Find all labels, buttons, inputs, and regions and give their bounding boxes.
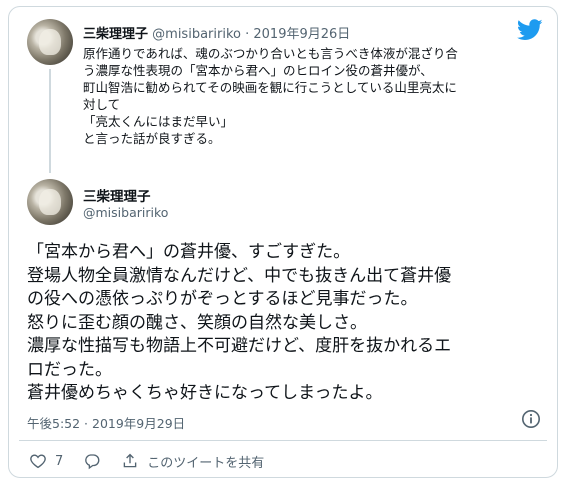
text-line: 怒りに歪む顔の醜さ、笑顔の自然な美しさ。 [27,312,367,333]
heart-icon [30,454,46,469]
text-line: の役への憑依っぷりがぞっとするほど見事だった。 [27,289,418,309]
author-name[interactable]: 三柴理理子 [83,185,151,205]
author-handle[interactable]: @misibaririko [83,205,168,220]
text-line: 原作通りであれば、魂のぶつかり合いとも言うべき体液が混ざり合 [83,46,458,61]
author-name[interactable]: 三柴理理子 [83,27,148,42]
avatar[interactable] [27,19,73,65]
share-icon [123,453,137,468]
reply-button[interactable] [83,452,101,470]
tweet-date[interactable]: 2019年9月26日 [253,27,350,42]
thread-connector-line [49,69,51,173]
text-line: 「宮本から君へ」の蒼井優、すごすぎた。 [27,242,351,262]
text-line: 蒼井優めちゃくちゃ好きになってしまったよ。 [27,383,383,403]
text-line: ロだった。 [27,359,112,380]
text-line: 町山智浩に勧められてその映画を観に行こうとしている山里亮太に [83,80,457,95]
quoted-tweet-header: 三柴理理子 @misibaririko · 2019年9月26日 [83,23,350,42]
like-button[interactable]: 7 [29,452,63,470]
share-label: このツイートを共有 [147,455,265,471]
separator: · [240,27,254,42]
divider [19,440,547,441]
quoted-tweet-text: 原作通りであれば、魂のぶつかり合いとも言うべき体液が混ざり合 う濃厚な性表現の「… [83,45,523,147]
avatar[interactable] [27,179,73,225]
tweet-card: 三柴理理子 @misibaririko · 2019年9月26日 原作通りであれ… [8,6,558,478]
share-button[interactable]: このツイートを共有 [121,452,264,471]
tweet-actions: 7 このツイートを共有 [29,449,284,473]
text-line: 「亮太くんにはまだ早い」 [83,114,234,129]
like-count: 7 [55,453,64,469]
info-icon[interactable] [521,409,541,429]
text-line: 濃厚な性描写も物語上不可避だけど、度肝を抜かれるエ [27,336,452,356]
author-handle[interactable]: @misibaririko [152,27,241,42]
twitter-bird-icon[interactable] [517,19,543,41]
text-line: と言った話が良すぎる。 [83,131,221,146]
text-line: 対して [83,97,121,112]
main-tweet-text: 「宮本から君へ」の蒼井優、すごすぎた。 登場人物全員激情なんだけど、中でも抜きん… [27,241,547,406]
reply-bubble-icon [85,454,100,470]
text-line: 登場人物全員激情なんだけど、中でも抜きん出て蒼井優 [27,265,452,286]
text-line: う濃厚な性表現の「宮本から君へ」のヒロイン役の蒼井優が、 [83,63,433,78]
tweet-timestamp[interactable]: 午後5:52 · 2019年9月29日 [27,413,185,432]
